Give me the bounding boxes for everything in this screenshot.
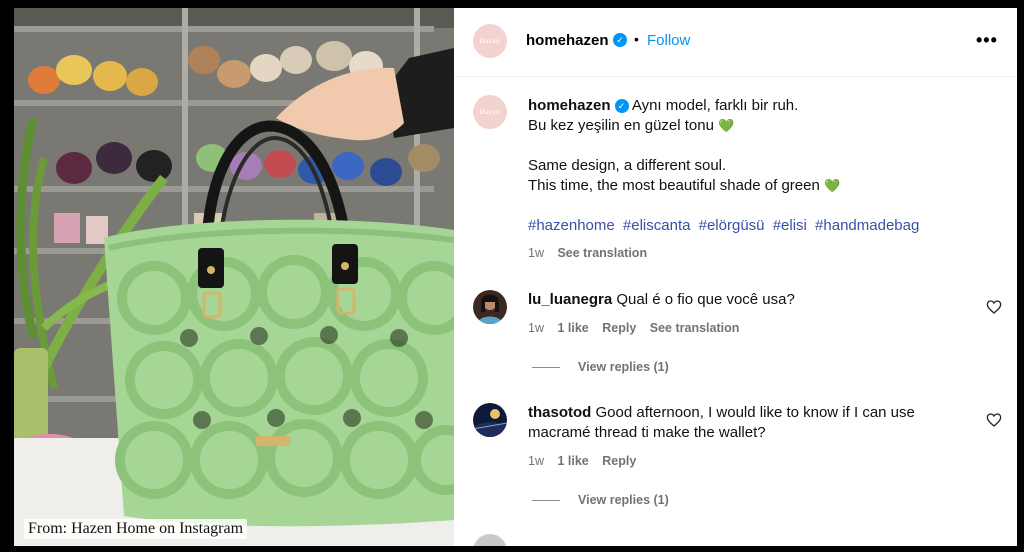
comment-likes[interactable]: 1 like — [557, 454, 588, 468]
caption-line-2: Bu kez yeşilin en güzel tonu 💚 — [528, 116, 734, 136]
comment-text-line-1: thasotod Good afternoon, I would like to… — [528, 403, 915, 423]
avatar-logo-mark: Hazen — [479, 108, 501, 116]
comment-username[interactable]: lu_luanegra — [528, 291, 612, 308]
commenter-photo — [473, 403, 507, 437]
caption-line-3: Same design, a different soul. — [528, 156, 726, 176]
commenter-avatar[interactable] — [473, 534, 507, 546]
post-side-panel: Hazen homehazen ✓ • Follow ••• Hazen hom… — [454, 8, 1017, 546]
verified-badge-icon: ✓ — [614, 99, 629, 113]
more-options-icon[interactable]: ••• — [976, 30, 998, 51]
caption-author-avatar[interactable]: Hazen — [473, 95, 507, 129]
image-credit-caption: From: Hazen Home on Instagram — [24, 519, 248, 539]
follow-button[interactable]: Follow — [647, 32, 690, 49]
reply-button[interactable]: Reply — [602, 454, 636, 468]
hashtag-link[interactable]: #eliscanta — [623, 217, 691, 234]
reply-button[interactable]: Reply — [602, 321, 636, 335]
caption-text-en-1: Same design, a different soul. — [528, 157, 727, 174]
comment-body: Good afternoon, I would like to know if … — [595, 404, 915, 421]
caption-username[interactable]: homehazen — [528, 97, 611, 114]
caption-time: 1w — [528, 246, 544, 260]
commenter-photo — [473, 290, 507, 324]
comment-body: Qual é o fio que você usa? — [616, 291, 795, 308]
separator-dot: • — [634, 31, 639, 47]
caption-line-4: This time, the most beautiful shade of g… — [528, 176, 840, 196]
comment-body-continued: macramé thread ti make the wallet? — [528, 424, 766, 441]
see-translation-link[interactable]: See translation — [650, 321, 740, 335]
commenter-avatar[interactable] — [473, 403, 507, 437]
author-avatar[interactable]: Hazen — [473, 24, 507, 58]
like-heart-icon[interactable] — [986, 412, 1002, 428]
caption-text-en-2: This time, the most beautiful shade of g… — [528, 177, 820, 194]
hashtag-link[interactable]: #handmadebag — [815, 217, 919, 234]
screenshot-frame: From: Hazen Home on Instagram Hazen home… — [14, 8, 1017, 546]
divider-line — [532, 367, 560, 369]
hashtag-link[interactable]: #elörgüsü — [699, 217, 765, 234]
post-photo[interactable]: From: Hazen Home on Instagram — [14, 8, 454, 546]
divider-line — [532, 500, 560, 502]
view-replies-label: View replies (1) — [578, 360, 669, 374]
like-heart-icon[interactable] — [986, 299, 1002, 315]
view-replies-label: View replies (1) — [578, 493, 669, 507]
verified-badge-icon: ✓ — [613, 33, 627, 47]
author-username[interactable]: homehazen — [526, 32, 609, 49]
comment-text: lu_luanegra Qual é o fio que você usa? — [528, 290, 795, 310]
hashtag-list: #hazenhome #eliscanta #elörgüsü #elisi #… — [528, 216, 923, 236]
comment-meta: 1w 1 like Reply — [528, 454, 646, 468]
bag-photo-illustration — [14, 8, 454, 546]
comment-meta: 1w 1 like Reply See translation — [528, 321, 749, 335]
caption-text-tr-1: Aynı model, farklı bir ruh. — [631, 97, 799, 114]
comment-text-line-2: macramé thread ti make the wallet? — [528, 423, 766, 443]
comment-username[interactable]: thasotod — [528, 404, 591, 421]
comment-time: 1w — [528, 454, 544, 468]
hashtag-link[interactable]: #elisi — [773, 217, 807, 234]
green-heart-icon: 💚 — [718, 118, 735, 133]
view-replies-button[interactable]: View replies (1) — [532, 360, 669, 374]
see-translation-link[interactable]: See translation — [557, 246, 647, 260]
caption-line-1: homehazen ✓ Aynı model, farklı bir ruh. — [528, 96, 798, 116]
comment-likes[interactable]: 1 like — [557, 321, 588, 335]
view-replies-button[interactable]: View replies (1) — [532, 493, 669, 507]
post-header: Hazen homehazen ✓ • Follow ••• — [454, 8, 1017, 77]
commenter-avatar[interactable] — [473, 290, 507, 324]
comment-time: 1w — [528, 321, 544, 335]
caption-text-tr-2: Bu kez yeşilin en güzel tonu — [528, 117, 714, 134]
avatar-logo-mark: Hazen — [479, 37, 501, 45]
hashtag-link[interactable]: #hazenhome — [528, 217, 615, 234]
caption-meta: 1w See translation — [528, 246, 657, 260]
green-heart-icon: 💚 — [824, 178, 841, 193]
